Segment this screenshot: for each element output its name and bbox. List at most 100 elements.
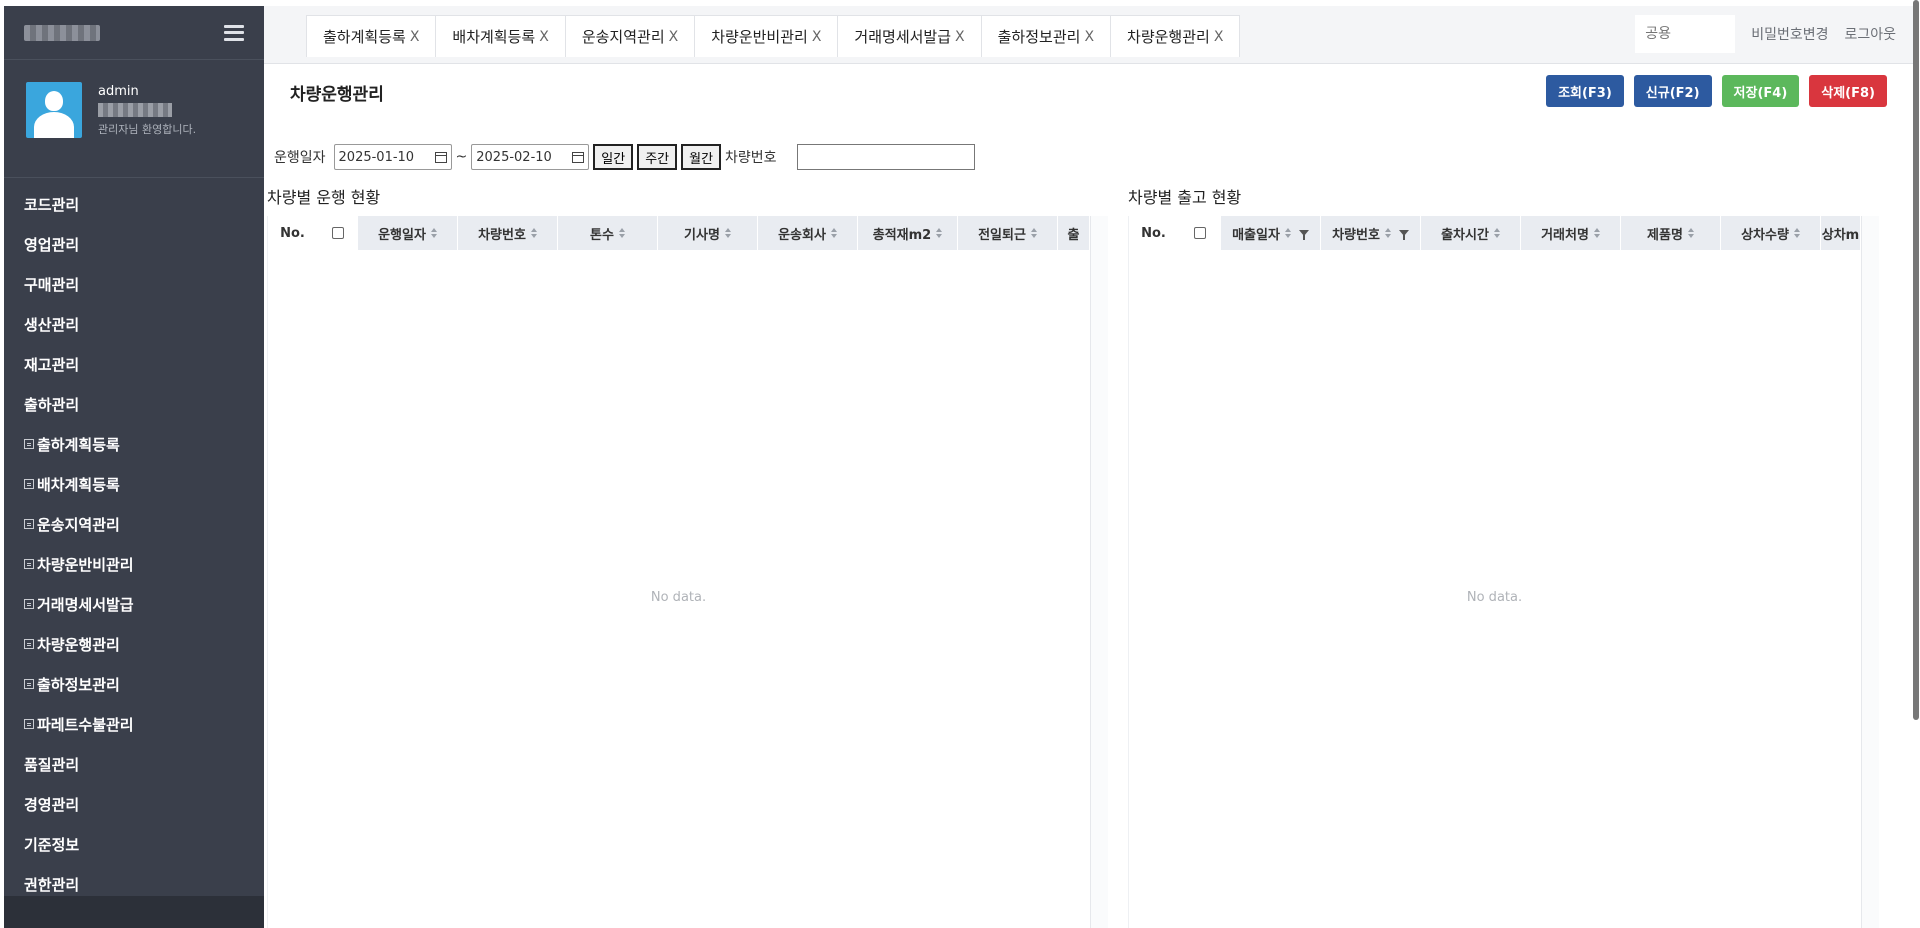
- column-header[interactable]: 톤수: [558, 216, 658, 250]
- column-header-label: 상차m: [1821, 227, 1860, 243]
- sidebar-item[interactable]: 출하관리: [4, 384, 264, 424]
- column-header: [318, 216, 358, 250]
- car-number-input[interactable]: [796, 144, 975, 170]
- tab[interactable]: 출하계획등록 X: [306, 15, 437, 57]
- tab-close-icon[interactable]: X: [669, 29, 679, 45]
- save-button[interactable]: 저장(F4): [1721, 75, 1800, 107]
- column-header-label: 매출일자: [1232, 227, 1280, 243]
- column-header[interactable]: 상차수량: [1721, 216, 1821, 250]
- column-header[interactable]: 출: [1058, 216, 1090, 250]
- tab-label: 차량운행관리: [1127, 28, 1210, 46]
- column-header[interactable]: 제품명: [1621, 216, 1721, 250]
- sidebar-item[interactable]: 배차계획등록: [4, 464, 264, 504]
- sidebar-item-label: 출하계획등록: [37, 435, 120, 454]
- sidebar-item[interactable]: 영업관리: [4, 224, 264, 264]
- sort-icon[interactable]: [1284, 228, 1291, 238]
- sidebar-item[interactable]: 기준정보: [4, 824, 264, 864]
- tab-close-icon[interactable]: X: [539, 29, 549, 45]
- column-header[interactable]: 운송회사: [758, 216, 858, 250]
- sidebar-item-label: 영업관리: [24, 235, 80, 254]
- submenu-icon: [24, 439, 34, 449]
- sidebar-item[interactable]: 품질관리: [4, 744, 264, 784]
- sort-icon[interactable]: [1384, 228, 1391, 238]
- page-scrollbar[interactable]: [1912, 0, 1920, 720]
- tab[interactable]: 배차계획등록 X: [435, 15, 566, 57]
- logout-link[interactable]: 로그아웃: [1844, 24, 1896, 44]
- column-header[interactable]: 출차시간: [1421, 216, 1521, 250]
- sidebar-item[interactable]: 코드관리: [4, 184, 264, 224]
- car-number-label: 차량번호: [725, 150, 777, 166]
- column-header[interactable]: 상차m: [1821, 216, 1861, 250]
- monthly-button[interactable]: 월간: [681, 144, 722, 170]
- calendar-icon[interactable]: [434, 151, 447, 163]
- sort-icon[interactable]: [1687, 228, 1694, 238]
- tab-close-icon[interactable]: X: [1214, 29, 1224, 45]
- date-to-input[interactable]: 2025-02-10: [471, 144, 590, 170]
- tab[interactable]: 운송지역관리 X: [564, 15, 696, 57]
- calendar-icon[interactable]: [572, 151, 585, 163]
- sidebar-item[interactable]: 파레트수불관리: [4, 704, 264, 744]
- column-header[interactable]: 운행일자: [358, 216, 458, 250]
- sidebar-item[interactable]: 출하정보관리: [4, 664, 264, 704]
- sidebar-item[interactable]: 거래명세서발급: [4, 584, 264, 624]
- action-buttons: 조회(F3) 신규(F2) 저장(F4) 삭제(F8): [1546, 75, 1887, 107]
- tab[interactable]: 차량운반비관리 X: [694, 15, 839, 57]
- grid-scrollbar[interactable]: [1090, 216, 1108, 928]
- sort-icon[interactable]: [430, 228, 437, 238]
- select-all-checkbox[interactable]: [331, 227, 344, 239]
- top-tab-bar: 출하계획등록 X 배차계획등록 X 운송지역관리 X 차량운반비관리 X 거래명세서발급 X 출하정…: [264, 6, 1916, 64]
- delete-button[interactable]: 삭제(F8): [1809, 75, 1887, 107]
- tab-close-icon[interactable]: X: [812, 29, 822, 45]
- date-from-input[interactable]: 2025-01-10: [333, 144, 452, 170]
- column-header[interactable]: 차량번호: [458, 216, 558, 250]
- sort-icon[interactable]: [530, 228, 537, 238]
- page-scrollbar-thumb[interactable]: [1913, 0, 1919, 720]
- sidebar-item-label: 운송지역관리: [37, 515, 120, 534]
- column-header-label: No.: [280, 225, 305, 241]
- search-button[interactable]: 조회(F3): [1546, 75, 1624, 107]
- change-password-link[interactable]: 비밀번호변경: [1751, 24, 1828, 44]
- filter-icon[interactable]: [1298, 230, 1309, 240]
- column-header[interactable]: 전일퇴근: [958, 216, 1058, 250]
- sort-icon[interactable]: [1493, 228, 1500, 238]
- sidebar-item[interactable]: 재고관리: [4, 344, 264, 384]
- sidebar-item[interactable]: 차량운반비관리: [4, 544, 264, 584]
- new-button[interactable]: 신규(F2): [1633, 75, 1712, 107]
- sort-icon[interactable]: [1030, 228, 1037, 238]
- daily-button[interactable]: 일간: [593, 144, 634, 170]
- common-input[interactable]: [1635, 15, 1736, 53]
- hamburger-menu-icon[interactable]: [224, 24, 244, 41]
- sort-icon[interactable]: [830, 228, 837, 238]
- tab[interactable]: 출하정보관리 X: [980, 15, 1112, 57]
- tab[interactable]: 차량운행관리 X: [1110, 15, 1241, 57]
- sidebar-item[interactable]: 구매관리: [4, 264, 264, 304]
- sort-icon[interactable]: [1793, 228, 1800, 238]
- filter-icon[interactable]: [1398, 230, 1409, 240]
- sidebar-item-label: 출하정보관리: [37, 675, 120, 694]
- column-header-label: 전일퇴근: [978, 227, 1026, 243]
- sort-icon[interactable]: [1593, 228, 1600, 238]
- sidebar-item[interactable]: 차량운행관리: [4, 624, 264, 664]
- weekly-button[interactable]: 주간: [637, 144, 678, 170]
- tab[interactable]: 거래명세서발급 X: [837, 15, 982, 57]
- column-header[interactable]: 차량번호: [1321, 216, 1421, 250]
- sidebar-item[interactable]: 생산관리: [4, 304, 264, 344]
- sort-icon[interactable]: [724, 228, 731, 238]
- tab-close-icon[interactable]: X: [410, 29, 420, 45]
- sidebar-item[interactable]: 경영관리: [4, 784, 264, 824]
- sidebar-menu: 코드관리영업관리구매관리 생산관리 재고관리 출하관리출하계획등록배차계획등록운송지역…: [4, 178, 264, 904]
- select-all-checkbox[interactable]: [1193, 227, 1206, 239]
- column-header-label: 제품명: [1647, 227, 1683, 243]
- tab-close-icon[interactable]: X: [955, 29, 965, 45]
- submenu-icon: [24, 639, 34, 649]
- column-header[interactable]: 거래처명: [1521, 216, 1621, 250]
- column-header[interactable]: 기사명: [658, 216, 758, 250]
- column-header[interactable]: 총적재m2: [858, 216, 958, 250]
- sidebar-item[interactable]: 출하계획등록: [4, 424, 264, 464]
- sidebar-item[interactable]: 운송지역관리: [4, 504, 264, 544]
- sort-icon[interactable]: [618, 228, 625, 238]
- grid-scrollbar[interactable]: [1861, 216, 1879, 928]
- column-header[interactable]: 매출일자: [1221, 216, 1321, 250]
- tab-close-icon[interactable]: X: [1084, 29, 1094, 45]
- sort-icon[interactable]: [936, 228, 943, 238]
